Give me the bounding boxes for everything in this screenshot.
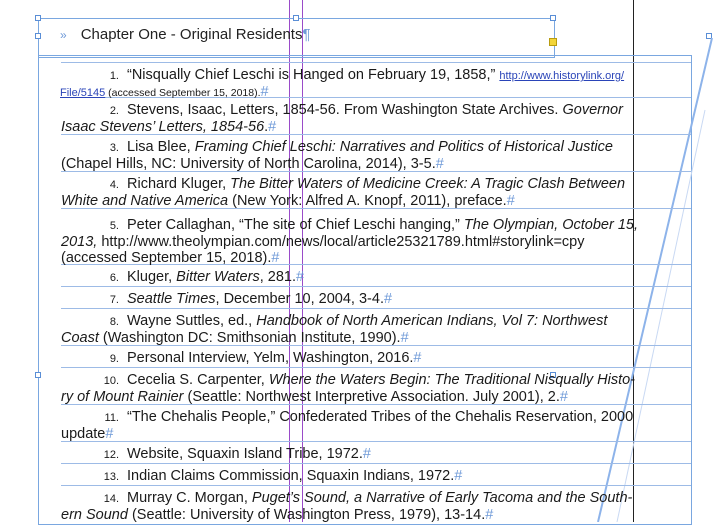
endnote-9: 9. Personal Interview, Yelm, Washington, …: [61, 346, 691, 368]
endnote-2: 2. Stevens, Isaac, Letters, 1854-56. From…: [61, 98, 691, 135]
historylink-file-url[interactable]: File/5145: [60, 87, 105, 99]
frame-handle-middle-left[interactable]: [35, 372, 41, 378]
chapter-heading: » Chapter One - Original Residents¶: [60, 26, 311, 43]
paragraph-style-arrow-icon: »: [60, 28, 67, 42]
live-corner-handle[interactable]: [549, 38, 557, 46]
frame-handle-top-center[interactable]: [293, 15, 299, 21]
historylink-url[interactable]: http://www.historylink.org/: [499, 70, 624, 82]
endnote-13: 13. Indian Claims Commission, Squaxin Ind…: [61, 464, 691, 486]
endnote-7: 7. Seattle Times, December 10, 2004, 3-4.…: [61, 287, 691, 309]
endnote-11: 11. “The Chehalis People,” Confederated T…: [61, 405, 691, 442]
frame-handle-left-upper[interactable]: [35, 33, 41, 39]
endnote-8: 8. Wayne Suttles, ed., Handbook of North …: [61, 309, 691, 346]
endnote-14: 14. Murray C. Morgan, Puget’s Sound, a Na…: [61, 490, 633, 523]
endnote-12: 12. Website, Squaxin Island Tribe, 1972.#: [61, 442, 691, 464]
endnote-5: 5. Peter Callaghan, “The site of Chief Le…: [61, 209, 691, 266]
frame-handle-top-right[interactable]: [550, 15, 556, 21]
endnotes-list: 1. “Nisqually Chief Leschi is Hanged on F…: [60, 62, 691, 523]
endnote-6: 6. Kluger, Bitter Waters, 281.#: [61, 265, 691, 287]
chapter-title: Chapter One - Original Residents: [80, 26, 303, 43]
out-port-handle[interactable]: [706, 33, 712, 39]
endnote-4: 4. Richard Kluger, The Bitter Waters of M…: [61, 172, 691, 209]
frame-handle-top-left[interactable]: [35, 15, 41, 21]
endnote-3: 3. Lisa Blee, Framing Chief Leschi: Narra…: [61, 135, 691, 172]
endnote-1: 1. “Nisqually Chief Leschi is Hanged on F…: [60, 62, 691, 100]
pilcrow-icon: ¶: [302, 26, 311, 43]
end-of-story-icon: #: [260, 84, 269, 100]
endnote-10: 10. Cecelia S. Carpenter, Where the Water…: [61, 368, 691, 405]
